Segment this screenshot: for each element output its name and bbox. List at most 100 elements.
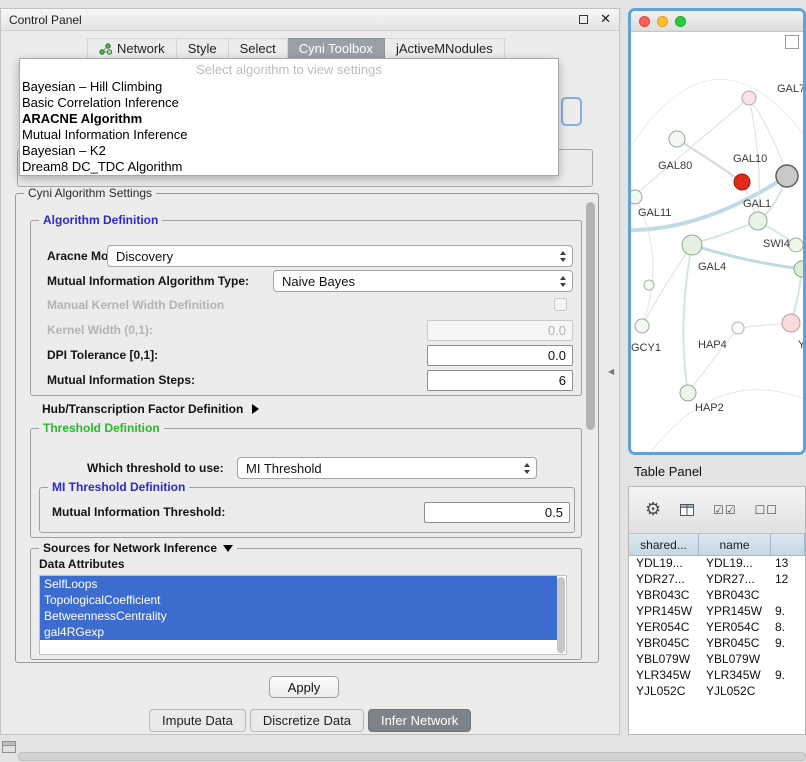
column-header-shared-name[interactable]: shared... [629,534,699,555]
float-window-icon[interactable] [579,15,588,24]
network-canvas-area[interactable]: GAL7GAL80GAL10GAL1SWI4GAL11GAL4GCY1HAP4Y… [631,32,803,452]
bottom-scrollbar[interactable] [18,752,806,761]
table-row[interactable]: YBR045CYBR045C9. [629,636,805,652]
mi-algorithm-type-select[interactable]: Naive Bayes [273,270,573,292]
settings-scrollbar-thumb[interactable] [586,202,595,430]
table-row[interactable]: YPR145WYPR145W9. [629,604,805,620]
table-cell [771,652,805,668]
graph-node[interactable] [794,261,803,277]
network-titlebar [631,11,803,32]
tab-impute-data[interactable]: Impute Data [149,709,246,732]
settings-gear-icon[interactable]: ⚙ [645,501,661,519]
graph-node-label: HAP2 [695,402,724,414]
list-scrollbar-thumb[interactable] [557,577,565,653]
tab-network[interactable]: Network [87,38,177,59]
stepper-arrows-icon [560,251,566,262]
combo-value: MI Threshold [246,461,322,476]
tab-select[interactable]: Select [229,38,288,59]
algorithm-option[interactable]: ARACNE Algorithm [20,111,558,127]
table-cell: YER054C [629,620,699,636]
column-chooser-icon[interactable] [679,502,695,518]
table-cell: YJL052C [629,684,699,700]
close-icon[interactable]: ✕ [600,13,611,26]
graph-node[interactable] [734,174,750,190]
graph-node[interactable] [669,131,685,147]
table-row[interactable]: YBL079WYBL079W [629,652,805,668]
tab-infer-network[interactable]: Infer Network [368,709,471,732]
graph-node-label: GCY1 [631,342,661,354]
table-row[interactable]: YBR043CYBR043C [629,588,805,604]
close-traffic-light[interactable] [639,16,650,27]
attribute-list-item[interactable]: BetweennessCentrality [40,608,557,624]
tab-jactivemodules[interactable]: jActiveMNodules [385,38,505,59]
tab-style[interactable]: Style [177,38,229,59]
deselect-all-icon[interactable]: ☐☐ [755,503,779,517]
dpi-tolerance-label: DPI Tolerance [0,1]: [47,348,158,362]
hub-definition-toggle[interactable]: Hub/Transcription Factor Definition [42,402,259,416]
column-header-name[interactable]: name [699,534,771,555]
graph-node[interactable] [680,385,696,401]
graph-node[interactable] [742,91,756,105]
panel-collapse-icon[interactable]: ◀ [608,367,614,376]
table-row[interactable]: YDR27...YDR27...12 [629,572,805,588]
graph-edge [688,328,738,393]
control-panel-window: Control Panel ✕ Network Style Select Cyn… [0,8,620,735]
graph-node-label: GAL80 [658,160,692,172]
collapse-down-icon[interactable] [223,545,233,552]
table-cell: 9. [771,636,805,652]
network-canvas[interactable]: GAL7GAL80GAL10GAL1SWI4GAL11GAL4GCY1HAP4Y… [631,32,803,454]
table-cell: YER054C [699,620,771,636]
manual-kernel-checkbox[interactable] [554,298,567,311]
table-cell: 8. [771,620,805,636]
mi-steps-input[interactable] [427,370,573,391]
mi-type-label: Mutual Information Algorithm Type: [47,274,249,288]
attribute-list-item[interactable]: TopologicalCoefficient [40,592,557,608]
table-cell: YDL19... [699,556,771,572]
combo-value: Naive Bayes [282,274,355,289]
table-row[interactable]: YER054CYER054C8. [629,620,805,636]
algorithm-option[interactable]: Bayesian – Hill Climbing [20,79,558,95]
table-cell: YPR145W [629,604,699,620]
minimize-traffic-light[interactable] [657,16,668,27]
graph-node[interactable] [782,314,800,332]
algorithm-option[interactable]: Basic Correlation Inference [20,95,558,111]
mi-threshold-input[interactable] [424,502,570,523]
tab-cyni-toolbox[interactable]: Cyni Toolbox [288,38,385,59]
which-threshold-select[interactable]: MI Threshold [237,457,537,479]
graph-node[interactable] [635,319,649,333]
select-all-icon[interactable]: ☑☑ [713,503,737,517]
table-row[interactable]: YJL052CYJL052C [629,684,805,700]
focused-spinner-fragment[interactable] [561,97,582,126]
algorithm-option[interactable]: Bayesian – K2 [20,143,558,159]
attribute-list-item[interactable]: gal4RGexp [40,624,557,640]
dpi-tolerance-input[interactable] [427,345,573,366]
attribute-list-item[interactable]: SelfLoops [40,576,557,592]
graph-node[interactable] [789,238,803,252]
graph-node-label: GAL11 [638,207,671,219]
graph-node[interactable] [749,212,767,230]
graph-node[interactable] [644,280,654,290]
column-header-extra[interactable] [771,534,805,555]
aracne-mode-select[interactable]: Discovery [107,245,573,267]
zoom-traffic-light[interactable] [675,16,686,27]
table-row[interactable]: YDL19...YDL19...13 [629,556,805,572]
expand-right-icon [252,404,259,414]
graph-node[interactable] [631,190,642,204]
graph-node[interactable] [732,322,744,334]
apply-button[interactable]: Apply [269,676,339,698]
table-cell [771,588,805,604]
graph-edge [683,245,692,393]
group-title: Algorithm Definition [39,213,162,227]
birdseye-toggle[interactable] [785,35,799,49]
sources-group: Sources for Network Inference Data Attri… [30,548,582,660]
algorithm-option[interactable]: Dream8 DC_TDC Algorithm [20,159,558,175]
graph-node-label: GAL10 [733,153,767,165]
minimized-window-icon[interactable] [2,741,16,753]
graph-node[interactable] [776,165,798,187]
graph-node[interactable] [682,235,702,255]
algorithm-option[interactable]: Mutual Information Inference [20,127,558,143]
which-threshold-label: Which threshold to use: [87,461,224,475]
tab-discretize-data[interactable]: Discretize Data [250,709,364,732]
dropdown-placeholder: Select algorithm to view settings [20,61,558,79]
table-row[interactable]: YLR345WYLR345W9. [629,668,805,684]
